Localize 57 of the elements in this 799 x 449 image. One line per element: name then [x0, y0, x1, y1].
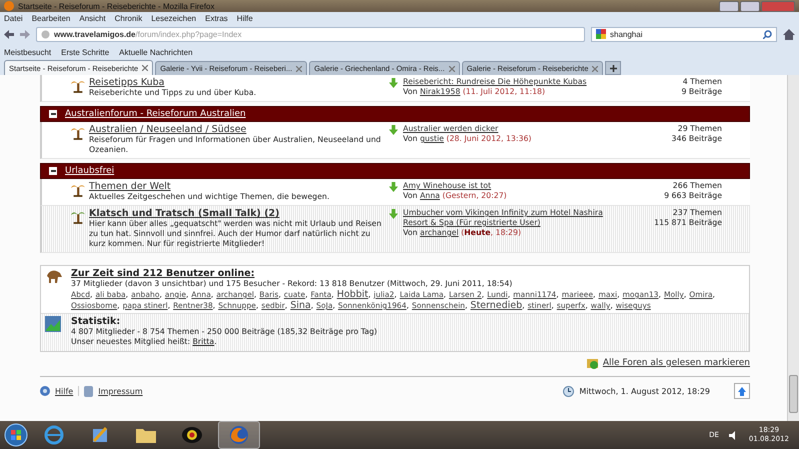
down-arrow-icon: [389, 209, 398, 219]
address-bar[interactable]: www.travelamigos.de/forum/index.php?page=Index: [36, 26, 585, 42]
forum-title-link[interactable]: Reisetipps Kuba: [89, 77, 389, 88]
online-heading[interactable]: Zur Zeit sind 212 Benutzer online:: [71, 268, 745, 279]
plus-icon: [610, 64, 617, 72]
footer-link[interactable]: Hilfe: [55, 386, 74, 396]
search-field[interactable]: shanghai: [591, 26, 777, 42]
close-tab-icon[interactable]: [448, 66, 455, 72]
scroll-top-button[interactable]: [734, 383, 750, 399]
bookmark-item[interactable]: Erste Schritte: [61, 48, 110, 56]
up-arrow-icon: [738, 386, 746, 396]
search-engine-icon: [596, 29, 606, 39]
forum-title-link[interactable]: Australien / Neuseeland / Südsee: [89, 124, 389, 135]
menu-item[interactable]: Chronik: [114, 14, 142, 22]
scrollbar[interactable]: [787, 75, 799, 421]
search-icon[interactable]: [763, 30, 772, 38]
down-arrow-icon: [389, 182, 398, 192]
collapse-icon[interactable]: [49, 110, 57, 118]
bookmark-item[interactable]: Meistbesucht: [4, 48, 52, 56]
collapse-icon[interactable]: [49, 167, 57, 175]
menu-item[interactable]: Lesezeichen: [151, 14, 196, 22]
forum-title-link[interactable]: Klatsch und Tratsch (Small Talk) (2): [89, 208, 389, 219]
menu-item[interactable]: Bearbeiten: [32, 14, 70, 22]
firefox-icon: [4, 1, 14, 11]
paint-app-icon[interactable]: [90, 425, 110, 445]
forum-title-link[interactable]: Themen der Welt: [89, 181, 389, 192]
down-arrow-icon: [389, 78, 398, 88]
menu-item[interactable]: Ansicht: [79, 14, 106, 22]
category-link[interactable]: Australienforum - Reiseforum Australien: [65, 109, 246, 119]
menu-item[interactable]: Extras: [205, 14, 228, 22]
document-icon: [84, 386, 94, 396]
menu-item[interactable]: Hilfe: [236, 14, 253, 22]
help-icon: [40, 386, 50, 396]
footer-link[interactable]: Impressum: [98, 386, 143, 396]
minimize-button[interactable]: [719, 0, 739, 12]
menu-item[interactable]: Datei: [4, 14, 23, 22]
eye-app-icon[interactable]: [181, 425, 203, 445]
browser-icon[interactable]: [44, 425, 64, 445]
bookmark-item[interactable]: Aktuelle Nachrichten: [119, 48, 193, 56]
current-datetime: Mittwoch, 1. August 2012, 18:29: [579, 386, 710, 396]
mark-all-read-link[interactable]: Alle Foren als gelesen markieren: [602, 358, 750, 368]
folder-check-icon: [586, 357, 599, 369]
category-link[interactable]: Urlaubsfrei: [65, 166, 114, 176]
chart-icon: [45, 316, 61, 332]
close-tab-icon[interactable]: [142, 65, 148, 71]
new-tab-button[interactable]: [605, 61, 622, 75]
close-tab-icon[interactable]: [592, 66, 598, 72]
back-icon[interactable]: [4, 30, 14, 38]
maximize-button[interactable]: [740, 0, 760, 12]
statistics-heading: Statistik:: [71, 316, 122, 327]
close-tab-icon[interactable]: [296, 66, 302, 72]
clock-icon: [563, 386, 574, 396]
window-title: Startseite - Reiseforum - Reiseberichte - Mozilla Firefox: [18, 2, 216, 10]
home-icon[interactable]: [783, 28, 795, 40]
down-arrow-icon: [389, 125, 398, 135]
start-button[interactable]: [4, 423, 28, 447]
folder-icon[interactable]: [135, 426, 157, 444]
